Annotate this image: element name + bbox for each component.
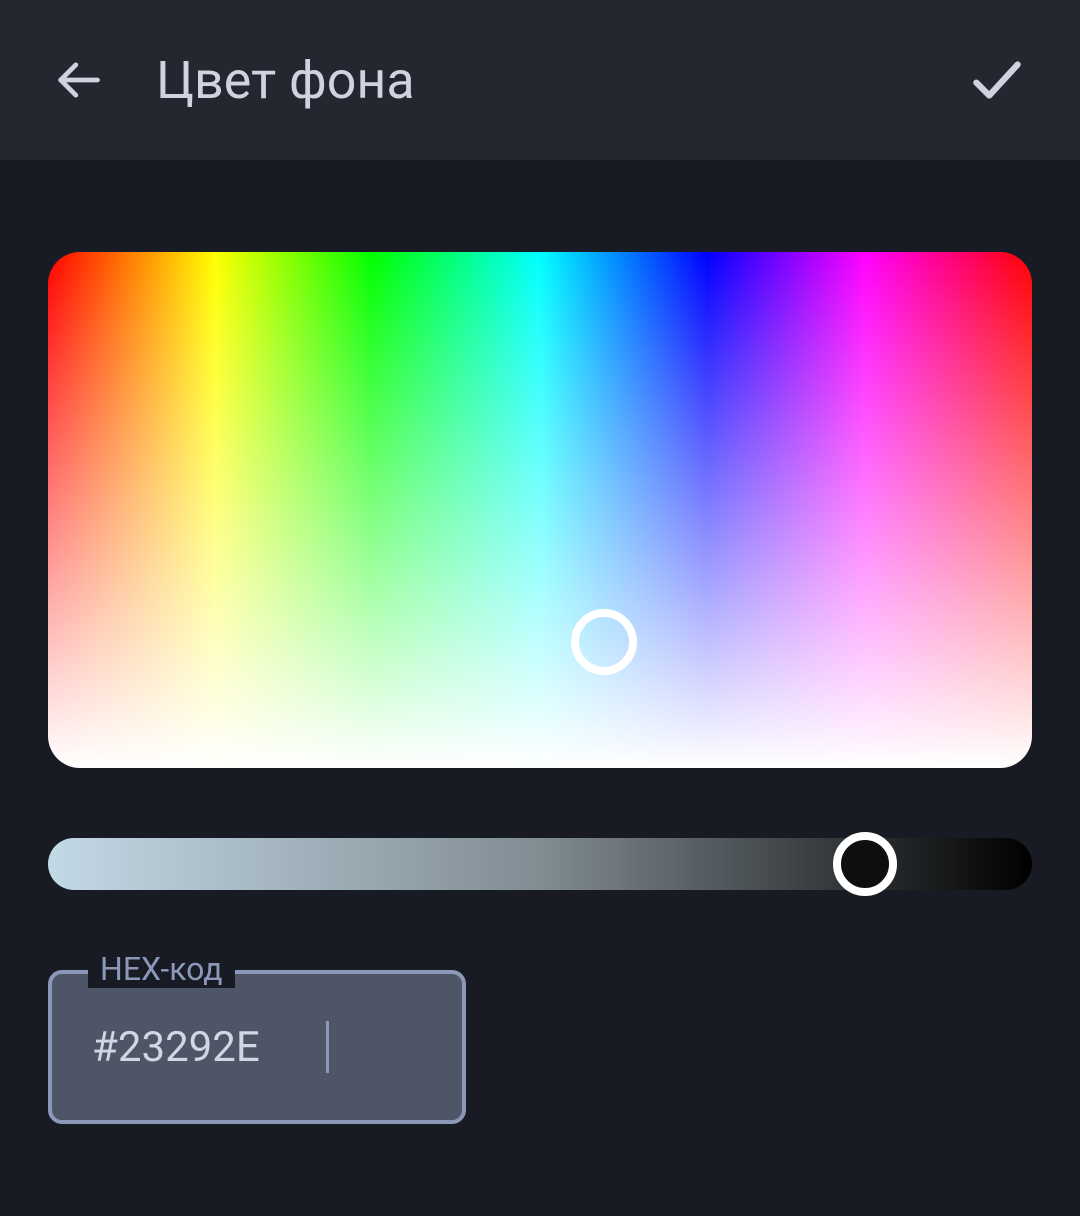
- lightness-slider[interactable]: [48, 838, 1032, 890]
- color-saturation-field[interactable]: [48, 252, 1032, 768]
- confirm-button[interactable]: [962, 45, 1032, 115]
- hex-label: HEX-код: [88, 950, 235, 988]
- page-title: Цвет фона: [156, 50, 914, 111]
- arrow-left-icon: [52, 54, 104, 106]
- back-button[interactable]: [48, 50, 108, 110]
- color-field-handle[interactable]: [571, 609, 637, 675]
- content: HEX-код: [0, 160, 1080, 1124]
- hex-field-wrapper: HEX-код: [48, 970, 466, 1124]
- header: Цвет фона: [0, 0, 1080, 160]
- hex-input[interactable]: [48, 970, 466, 1124]
- check-icon: [966, 49, 1028, 111]
- lightness-handle[interactable]: [833, 832, 897, 896]
